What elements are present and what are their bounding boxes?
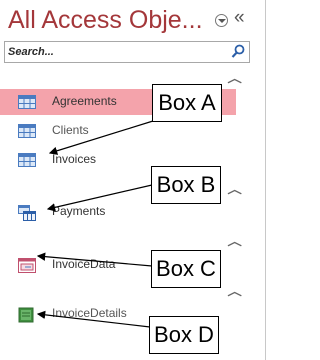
group-collapse-icon[interactable]: ︿: [228, 233, 242, 249]
nav-item-label: Invoices: [52, 152, 97, 166]
table-icon: [18, 153, 36, 167]
group-collapse-icon[interactable]: ︿: [228, 181, 242, 197]
pane-menu-icon[interactable]: [215, 14, 228, 27]
callout-box-d: Box D: [149, 316, 219, 354]
search-icon[interactable]: [231, 44, 245, 59]
callout-box-c: Box C: [151, 250, 221, 288]
table-icon: [18, 124, 36, 138]
report-icon: [18, 307, 34, 323]
nav-item-label: Payments: [52, 204, 106, 218]
group-collapse-icon[interactable]: ︿: [228, 70, 242, 86]
navigation-pane: All Access Obje... « ︿ ︿ ︿ ︿ Agreements: [0, 0, 266, 360]
nav-item-label: InvoiceData: [52, 257, 116, 271]
shutter-bar-collapse-icon[interactable]: «: [234, 7, 245, 29]
search-input[interactable]: [6, 42, 223, 62]
form-icon: [18, 258, 36, 273]
callout-box-a: Box A: [152, 84, 222, 122]
nav-item-label: InvoiceDetails: [52, 306, 127, 320]
nav-item-label: Agreements: [52, 94, 117, 108]
group-collapse-icon[interactable]: ︿: [228, 283, 242, 299]
pane-title[interactable]: All Access Obje...: [8, 6, 203, 35]
nav-item-label: Clients: [52, 123, 89, 137]
query-icon: [18, 205, 36, 221]
search-box[interactable]: [4, 41, 250, 63]
callout-box-b: Box B: [151, 166, 221, 204]
table-icon: [18, 95, 36, 109]
